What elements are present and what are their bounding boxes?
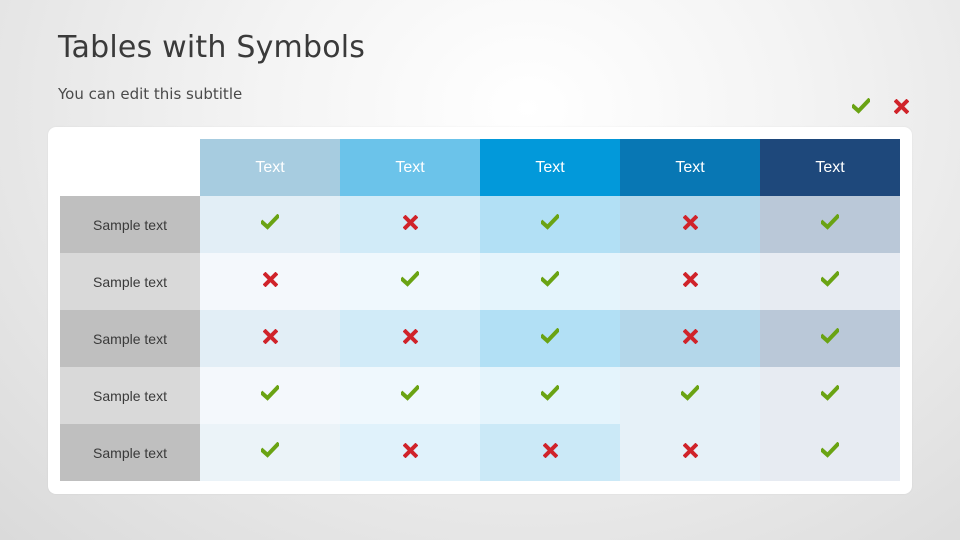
column-header: Text xyxy=(200,139,340,196)
table-cell xyxy=(760,196,900,253)
table-row: Sample text xyxy=(60,253,900,310)
table-row: Sample text xyxy=(60,424,900,481)
symbol-legend xyxy=(850,95,912,117)
cross-icon xyxy=(682,214,698,230)
table-cell xyxy=(340,310,480,367)
column-header: Text xyxy=(480,139,620,196)
column-header: Text xyxy=(340,139,480,196)
column-header: Text xyxy=(620,139,760,196)
row-label: Sample text xyxy=(60,310,200,367)
check-icon xyxy=(681,385,699,401)
check-icon xyxy=(541,214,559,230)
table-cell xyxy=(480,367,620,424)
table-cell xyxy=(200,310,340,367)
check-icon xyxy=(821,328,839,344)
cross-icon xyxy=(890,95,912,117)
row-label: Sample text xyxy=(60,367,200,424)
table-cell xyxy=(760,367,900,424)
header-row: Text Text Text Text Text xyxy=(60,139,900,196)
slide-subtitle: You can edit this subtitle xyxy=(58,85,243,103)
cross-icon xyxy=(262,328,278,344)
check-icon xyxy=(821,385,839,401)
table-cell xyxy=(340,253,480,310)
table-cell xyxy=(340,196,480,253)
table-card: Text Text Text Text Text Sample text Samp… xyxy=(48,127,912,494)
table-cell xyxy=(620,253,760,310)
check-icon xyxy=(261,442,279,458)
check-icon xyxy=(821,442,839,458)
table-cell xyxy=(760,253,900,310)
cross-icon xyxy=(682,271,698,287)
header-corner xyxy=(60,139,200,196)
row-label: Sample text xyxy=(60,196,200,253)
check-icon xyxy=(821,214,839,230)
table-cell xyxy=(620,310,760,367)
check-icon xyxy=(541,328,559,344)
table-cell xyxy=(200,253,340,310)
table-cell xyxy=(480,253,620,310)
table-cell xyxy=(200,424,340,481)
table-cell xyxy=(480,310,620,367)
cross-icon xyxy=(402,328,418,344)
row-label: Sample text xyxy=(60,253,200,310)
table-cell xyxy=(620,424,760,481)
cross-icon xyxy=(402,442,418,458)
table-cell xyxy=(760,310,900,367)
cross-icon xyxy=(682,442,698,458)
cross-icon xyxy=(402,214,418,230)
cross-icon xyxy=(262,271,278,287)
check-icon xyxy=(401,385,419,401)
row-label: Sample text xyxy=(60,424,200,481)
check-icon xyxy=(821,271,839,287)
table-cell xyxy=(620,196,760,253)
cross-icon xyxy=(542,442,558,458)
symbols-table: Text Text Text Text Text Sample text Samp… xyxy=(60,139,900,481)
check-icon xyxy=(850,95,872,117)
cross-icon xyxy=(682,328,698,344)
table-cell xyxy=(480,424,620,481)
table-cell xyxy=(200,367,340,424)
table-cell xyxy=(620,367,760,424)
check-icon xyxy=(261,385,279,401)
column-header: Text xyxy=(760,139,900,196)
table-cell xyxy=(760,424,900,481)
check-icon xyxy=(541,385,559,401)
table-cell xyxy=(480,196,620,253)
table-row: Sample text xyxy=(60,310,900,367)
check-icon xyxy=(541,271,559,287)
table-row: Sample text xyxy=(60,367,900,424)
table-cell xyxy=(200,196,340,253)
check-icon xyxy=(261,214,279,230)
table-cell xyxy=(340,367,480,424)
slide-title: Tables with Symbols xyxy=(58,30,366,65)
table-cell xyxy=(340,424,480,481)
check-icon xyxy=(401,271,419,287)
table-row: Sample text xyxy=(60,196,900,253)
